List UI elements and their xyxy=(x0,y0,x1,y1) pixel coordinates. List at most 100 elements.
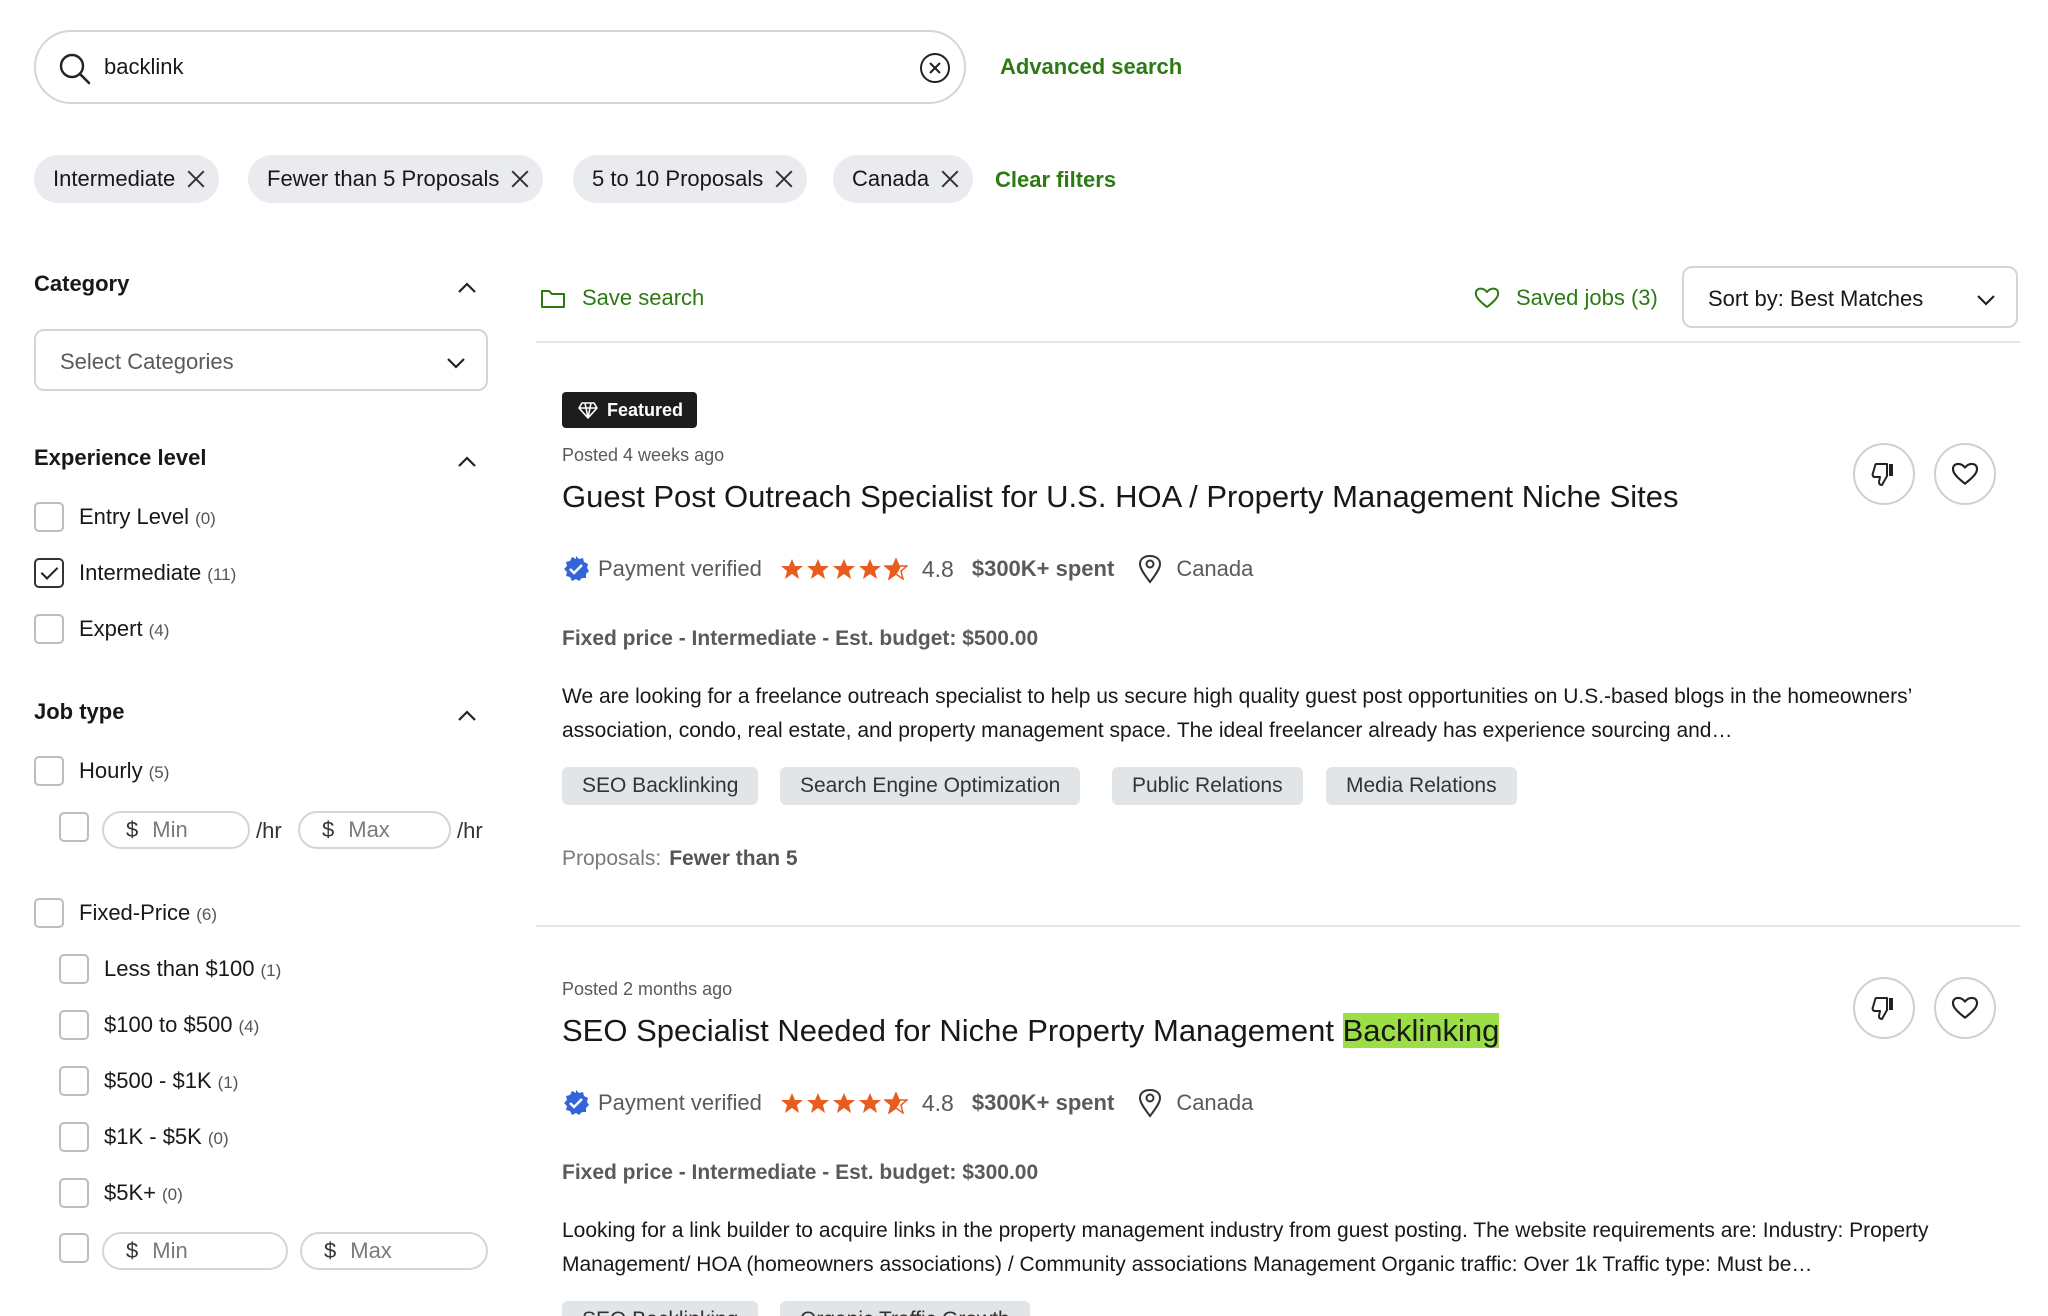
clear-search-icon[interactable] xyxy=(918,51,952,85)
currency-symbol: $ xyxy=(126,817,139,842)
rating-value: 4.8 xyxy=(921,1089,954,1116)
chevron-up-icon[interactable] xyxy=(455,276,479,300)
skill-tag[interactable]: Public Relations xyxy=(1112,767,1303,805)
proposals-info: Proposals: Fewer than 5 xyxy=(562,847,798,871)
hourly-rate-toggle[interactable] xyxy=(59,812,104,842)
remove-icon[interactable] xyxy=(941,170,959,188)
checkbox[interactable] xyxy=(34,756,64,786)
save-job-button[interactable] xyxy=(1934,977,1996,1039)
option-label: $5K+ xyxy=(104,1180,156,1205)
job-type-heading: Job type xyxy=(34,699,125,724)
client-info: Payment verified 4.8 $300K+ spent Canada xyxy=(562,554,1253,584)
chip-label: Intermediate xyxy=(53,166,176,191)
star-icon xyxy=(780,1093,803,1113)
divider xyxy=(536,341,2020,343)
job-title[interactable]: Guest Post Outreach Specialist for U.S. … xyxy=(562,479,1678,515)
star-icon xyxy=(858,1093,881,1113)
checkbox[interactable] xyxy=(59,1233,89,1263)
fixed-custom-toggle[interactable] xyxy=(59,1233,104,1263)
skill-tag[interactable]: Organic Traffic Growth xyxy=(780,1301,1030,1316)
job-type-hourly[interactable]: Hourly (5) xyxy=(34,756,169,786)
option-count: (1) xyxy=(217,1073,239,1092)
skill-tag[interactable]: Media Relations xyxy=(1326,767,1517,805)
search-bar[interactable]: backlink xyxy=(34,30,966,104)
skill-tag[interactable]: Search Engine Optimization xyxy=(780,767,1081,805)
remove-icon[interactable] xyxy=(511,170,529,188)
filter-chip-fewer-than-5[interactable]: Fewer than 5 Proposals xyxy=(248,155,544,203)
star-half-icon xyxy=(883,1092,908,1114)
experience-intermediate[interactable]: Intermediate (11) xyxy=(34,558,236,588)
chevron-up-icon[interactable] xyxy=(455,704,479,728)
category-select[interactable]: Select Categories xyxy=(34,329,488,391)
remove-icon[interactable] xyxy=(775,170,793,188)
skill-tag[interactable]: SEO Backlinking xyxy=(562,1301,759,1316)
fixed-100-to-500[interactable]: $100 to $500 (4) xyxy=(59,1010,259,1040)
job-type-fixed-price[interactable]: Fixed-Price (6) xyxy=(34,898,217,928)
search-input[interactable]: backlink xyxy=(104,54,183,80)
clear-filters-link[interactable]: Clear filters xyxy=(995,167,1116,193)
experience-expert[interactable]: Expert (4) xyxy=(34,614,169,644)
verified-badge-icon xyxy=(564,1090,589,1115)
option-label: Intermediate xyxy=(79,560,202,585)
advanced-search-link[interactable]: Advanced search xyxy=(1000,54,1182,80)
featured-label: Featured xyxy=(607,399,684,420)
option-count: (1) xyxy=(260,961,282,980)
checkbox[interactable] xyxy=(59,1178,89,1208)
skill-tag[interactable]: SEO Backlinking xyxy=(562,767,759,805)
hourly-max-input[interactable]: $ Max xyxy=(298,811,451,849)
option-count: (4) xyxy=(148,621,170,640)
location-pin-icon xyxy=(1139,1088,1162,1118)
option-count: (6) xyxy=(196,905,218,924)
filter-chip-intermediate[interactable]: Intermediate xyxy=(34,155,220,203)
remove-icon[interactable] xyxy=(187,170,205,188)
checkbox[interactable] xyxy=(59,1010,89,1040)
chevron-down-icon xyxy=(1977,295,1995,306)
checkbox[interactable] xyxy=(34,614,64,644)
option-label: $1K - $5K xyxy=(104,1124,202,1149)
fixed-less-than-100[interactable]: Less than $100 (1) xyxy=(59,954,281,984)
save-job-button[interactable] xyxy=(1934,443,1996,505)
star-half-icon xyxy=(883,558,908,580)
checkbox[interactable] xyxy=(59,954,89,984)
checkbox-checked[interactable] xyxy=(34,558,64,588)
currency-symbol: $ xyxy=(322,817,335,842)
fixed-1k-to-5k[interactable]: $1K - $5K (0) xyxy=(59,1122,229,1152)
fixed-5k-plus[interactable]: $5K+ (0) xyxy=(59,1178,183,1208)
checkbox[interactable] xyxy=(59,1066,89,1096)
option-label: $100 to $500 xyxy=(104,1012,233,1037)
posted-time: Posted 2 months ago xyxy=(562,979,733,999)
checkbox[interactable] xyxy=(59,1122,89,1152)
job-terms: Fixed price - Intermediate - Est. budget… xyxy=(562,627,1039,650)
experience-heading: Experience level xyxy=(34,445,207,470)
min-placeholder: Min xyxy=(152,1238,188,1263)
fixed-max-input[interactable]: $ Max xyxy=(300,1232,488,1270)
dislike-button[interactable] xyxy=(1853,977,1915,1039)
experience-entry-level[interactable]: Entry Level (0) xyxy=(34,502,216,532)
star-icon xyxy=(806,1093,829,1113)
chevron-down-icon xyxy=(447,358,465,369)
divider xyxy=(536,925,2020,927)
option-count: (0) xyxy=(195,509,216,528)
checkbox[interactable] xyxy=(59,812,89,842)
job-title[interactable]: SEO Specialist Needed for Niche Property… xyxy=(562,1013,1500,1049)
rating-stars xyxy=(780,558,910,580)
client-spent: $300K+ spent xyxy=(971,556,1115,581)
chevron-up-icon[interactable] xyxy=(455,450,479,474)
diamond-icon xyxy=(578,402,598,419)
saved-jobs-label: Saved jobs (3) xyxy=(1516,285,1658,310)
filter-chip-5-to-10[interactable]: 5 to 10 Proposals xyxy=(573,155,808,203)
posted-time: Posted 4 weeks ago xyxy=(562,445,725,465)
filter-chip-canada[interactable]: Canada xyxy=(833,155,974,203)
option-count: (5) xyxy=(148,763,170,782)
fixed-min-input[interactable]: $ Min xyxy=(102,1232,288,1270)
checkbox[interactable] xyxy=(34,502,64,532)
save-search-button[interactable]: Save search xyxy=(540,285,704,311)
checkbox[interactable] xyxy=(34,898,64,928)
fixed-500-to-1k[interactable]: $500 - $1K (1) xyxy=(59,1066,238,1096)
sort-select[interactable]: Sort by: Best Matches xyxy=(1682,266,2018,328)
saved-jobs-button[interactable]: Saved jobs (3) xyxy=(1474,285,1658,311)
featured-badge: Featured xyxy=(562,392,698,428)
payment-verified: Payment verified xyxy=(562,1089,762,1117)
dislike-button[interactable] xyxy=(1853,443,1915,505)
hourly-min-input[interactable]: $ Min xyxy=(102,811,250,849)
